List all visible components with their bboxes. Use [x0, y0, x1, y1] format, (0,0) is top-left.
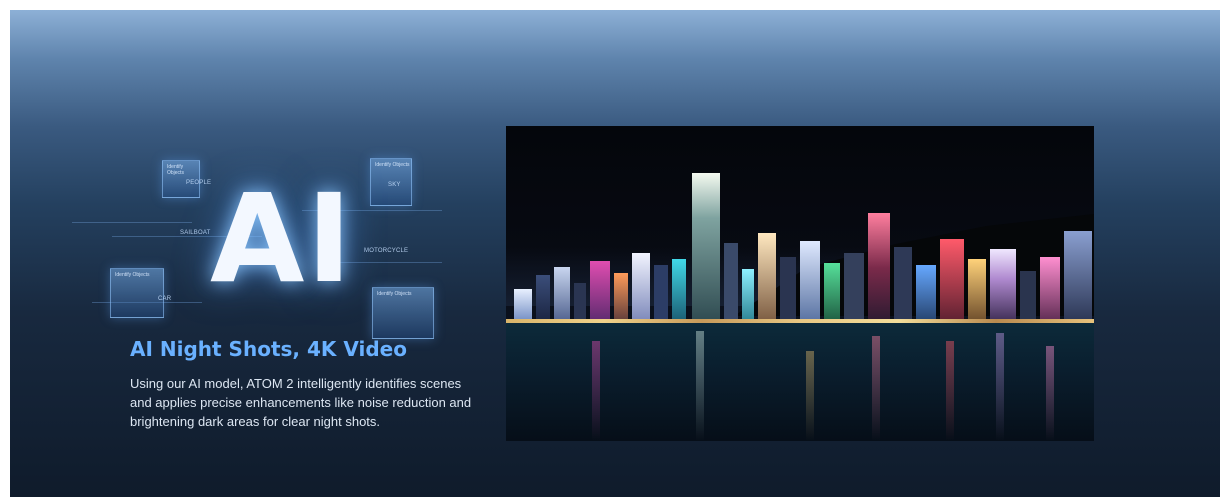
ai-badge: AI: [210, 168, 354, 310]
detection-panel: Identify Objects: [162, 160, 200, 198]
detection-panel: Identify Objects: [372, 287, 434, 339]
detection-tag-sailboat: SAILBOAT: [180, 230, 211, 236]
detection-panel: Identify Objects: [110, 268, 164, 318]
detection-tag-car: CAR: [158, 296, 172, 302]
hero-description: Using our AI model, ATOM 2 intelligently…: [130, 376, 472, 429]
hero-banner: Identify Objects Identify Objects Identi…: [10, 10, 1220, 497]
detection-tag-sky: SKY: [388, 182, 401, 188]
hero-title: AI Night Shots, 4K Video: [130, 337, 407, 361]
detection-tag-motorcycle: MOTORCYCLE: [364, 248, 409, 254]
detection-tag-people: PEOPLE: [186, 180, 212, 186]
night-city-photo: [506, 126, 1094, 441]
ai-graphic: Identify Objects Identify Objects Identi…: [72, 152, 452, 342]
